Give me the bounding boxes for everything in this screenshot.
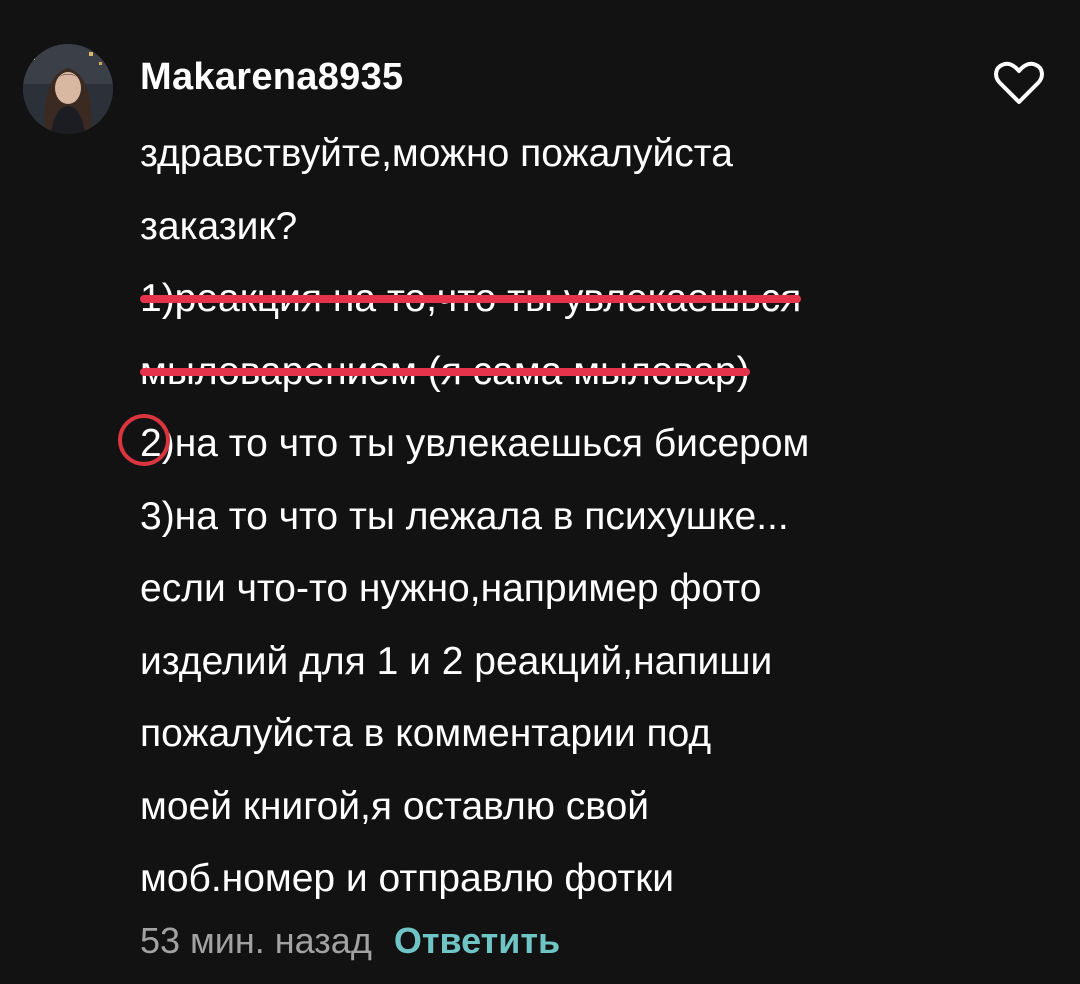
- item-text: )на то что ты увлекаешься бисером: [161, 422, 810, 465]
- comment-body: здравствуйте,можно пожалуйста заказик? 1…: [118, 118, 940, 916]
- avatar-image: [23, 44, 113, 134]
- comment-line: если что-то нужно,например фото: [140, 567, 762, 610]
- strikethrough-text: мыловарением (я сама мыловар): [140, 336, 750, 409]
- comment-line: 3)на то что ты лежала в психушке...: [140, 494, 789, 538]
- comment-line: пожалуйста в комментарии под: [140, 712, 712, 755]
- circled-number: 2: [118, 408, 170, 481]
- red-circle-mark: [118, 414, 170, 466]
- heart-outline-icon: [994, 61, 1044, 104]
- timestamp: 53 мин. назад: [140, 920, 372, 961]
- comment-line: заказик?: [140, 204, 298, 248]
- reply-button[interactable]: Ответить: [394, 920, 560, 961]
- comment-line: моей книгой,я оставлю свой: [140, 784, 650, 828]
- strikethrough-text: 1)реакция на то,что ты увлекаешься: [140, 263, 802, 336]
- comment-footer: 53 мин. назад Ответить: [140, 912, 560, 970]
- comment-line-struck: 1)реакция на то,что ты увлекаешься: [140, 263, 940, 336]
- comment-line: изделий для 1 и 2 реакций,напиши: [140, 639, 773, 683]
- username[interactable]: Makarena8935: [140, 50, 403, 104]
- comment-line-struck: мыловарением (я сама мыловар): [140, 336, 940, 409]
- comment-line: моб.номер и отправлю фотки: [140, 857, 675, 900]
- comment-item: Makarena8935 здравствуйте,можно пожалуйс…: [0, 0, 1080, 984]
- like-button[interactable]: [993, 60, 1045, 106]
- comment-line: здравствуйте,можно пожалуйста: [140, 132, 733, 175]
- comment-line-circled: 2)на то что ты увлекаешься бисером: [118, 408, 940, 481]
- avatar[interactable]: [23, 44, 113, 134]
